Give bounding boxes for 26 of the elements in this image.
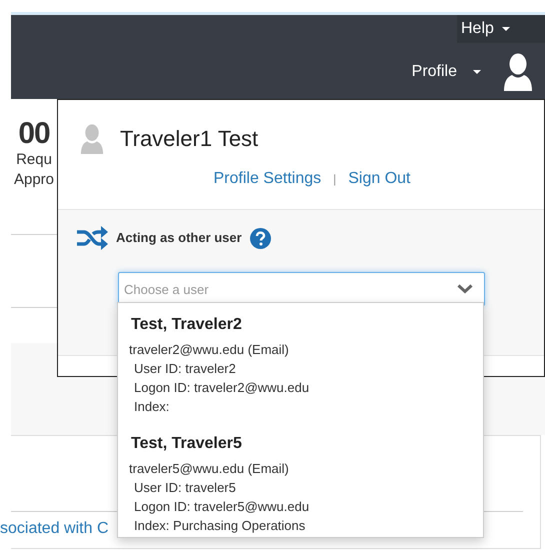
- separator: |: [333, 171, 336, 188]
- chevron-icon: [457, 284, 473, 294]
- profile-menu[interactable]: Profile: [412, 60, 481, 84]
- option-detail: User ID: traveler2: [134, 360, 237, 378]
- option-email: traveler2@wwu.edu (Email): [129, 341, 290, 359]
- option-detail: User ID: traveler5: [134, 479, 237, 497]
- acting-label: Acting as other user: [116, 229, 242, 248]
- stat-label: Requ: [15, 150, 53, 170]
- stat-label: Appro: [12, 170, 56, 190]
- option-detail: Logon ID: traveler5@wwu.edu: [134, 498, 310, 516]
- option-detail: Logon ID: traveler2@wwu.edu: [134, 379, 310, 397]
- avatar-icon: [503, 53, 533, 91]
- option-email: traveler5@wwu.edu (Email): [129, 460, 290, 478]
- stat-value: 00: [17, 117, 51, 150]
- help-icon[interactable]: [250, 228, 271, 248]
- user-name: Traveler1 Test: [120, 125, 258, 153]
- link[interactable]: sociated with C: [0, 517, 108, 541]
- user-icon: [80, 124, 104, 154]
- shuffle-icon: [77, 226, 108, 250]
- profile-link[interactable]: Profile Settings: [214, 167, 322, 191]
- profile-link[interactable]: Sign Out: [348, 167, 410, 191]
- option-name[interactable]: Test, Traveler5: [131, 432, 483, 456]
- help-menu[interactable]: Help: [457, 15, 545, 43]
- option-detail: Index: Purchasing Operations: [134, 517, 306, 535]
- option-name[interactable]: Test, Traveler2: [131, 313, 483, 337]
- option-detail: Index:: [134, 398, 170, 416]
